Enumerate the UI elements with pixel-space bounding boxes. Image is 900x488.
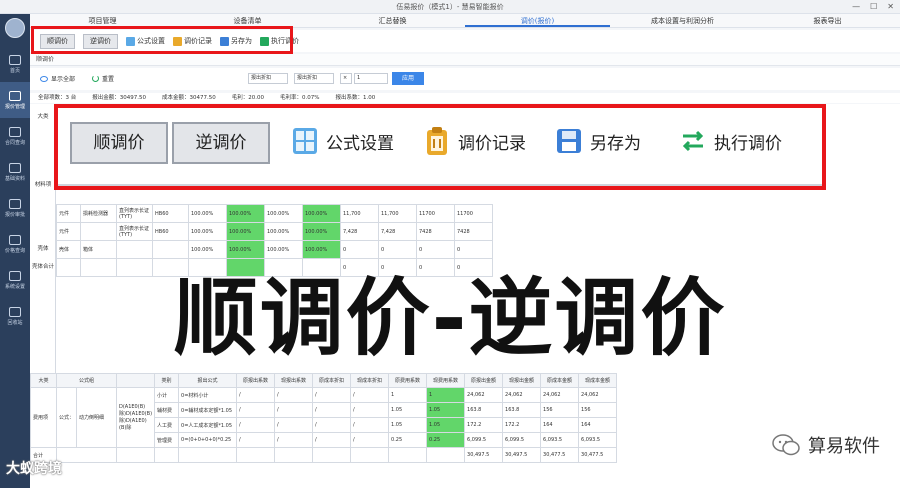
sidebar: 首页 报价管理 合同查询 基础资料 报价审批 价格查询 系统设置 回收站 (0, 14, 30, 488)
app-window: 伍易报价（模式1）- 慧易智能报价 — ☐ ✕ 首页 报价管理 合同查询 基础资… (0, 0, 900, 488)
eye-icon (40, 75, 48, 82)
section-label: 顺调价 (30, 54, 900, 66)
summary-item: 报出金额：30497.50 (92, 95, 146, 101)
price-icon (9, 234, 21, 245)
summary-item: 报出系数：1.00 (335, 95, 376, 101)
highlight-frame-small (31, 26, 293, 54)
watermark-left: 大蚁跨境 (6, 461, 62, 477)
summary-item: 全部项数：3 台 (38, 95, 77, 101)
summary-bar: 全部项数：3 台 报出金额：30497.50 成本金额：30477.50 毛利：… (30, 93, 900, 103)
category-label: 材料项 (34, 182, 52, 188)
window-controls: — ☐ ✕ (852, 2, 894, 12)
table-row[interactable]: 元件 损耗检测器 直列表示长证(TYT) HB60 100.00% 100.00… (56, 204, 493, 223)
search-icon (9, 126, 21, 137)
watermark-right: 算易软件 (772, 432, 880, 458)
highlight-frame-large (54, 104, 826, 190)
sidebar-item-approval[interactable]: 报价审批 (0, 190, 30, 226)
table-row[interactable]: 费用项 公式： 动力倒明细 D(A1E0(B)除)D(A1E0(B)除)D(A1… (30, 387, 618, 448)
tab-summary-replace[interactable]: 汇总替换 (320, 14, 465, 27)
category-label: 壳体 (37, 246, 49, 252)
sidebar-item-price-query[interactable]: 价格查询 (0, 226, 30, 262)
category-label: 大类 (37, 114, 49, 120)
value-input[interactable]: 1 (354, 73, 388, 84)
show-all-button[interactable]: 显示全部 (40, 74, 75, 83)
overlay-title: 顺调价-逆调价 (173, 269, 727, 367)
summary-item: 毛利：20.00 (231, 95, 264, 101)
reset-button[interactable]: 重置 (92, 74, 114, 83)
home-icon (9, 54, 21, 65)
upper-data-table: 元件 损耗检测器 直列表示长证(TYT) HB60 100.00% 100.00… (56, 204, 493, 277)
table-row[interactable]: 壳体 箱体 100.00% 100.00% 100.00% 100.00% 0 … (56, 240, 493, 259)
tab-cost-profit[interactable]: 成本设置与利润分析 (610, 14, 755, 27)
table-total-row: 合计 30,497.5 30,497.5 30,477.5 30,477.5 (30, 447, 618, 463)
document-icon (9, 90, 21, 101)
category-label: 壳体合计 (31, 264, 54, 270)
tab-report-export[interactable]: 报表导出 (755, 14, 900, 27)
avatar[interactable] (5, 18, 25, 38)
summary-item: 毛利率：0.07% (280, 95, 320, 101)
close-icon[interactable]: ✕ (887, 2, 894, 12)
approval-icon (9, 198, 21, 209)
refresh-icon (92, 75, 99, 82)
lower-data-table: 大类 公式组 类别 报出公式 原报出系数 现报出系数 原成本折扣 现成本折扣 原… (30, 373, 618, 463)
field-select-1[interactable]: 报出折扣 (248, 73, 288, 84)
maximize-icon[interactable]: ☐ (870, 2, 877, 12)
sidebar-item-home[interactable]: 首页 (0, 46, 30, 82)
window-title: 伍易报价（模式1）- 慧易智能报价 (396, 3, 504, 11)
summary-item: 成本金额：30477.50 (162, 95, 216, 101)
sidebar-item-quote-management[interactable]: 报价管理 (0, 82, 30, 118)
title-bar: 伍易报价（模式1）- 慧易智能报价 — ☐ ✕ (0, 0, 900, 14)
table-row[interactable]: 元件 直列表示长证(TYT) HB60 100.00% 100.00% 100.… (56, 222, 493, 241)
tab-price-adjust[interactable]: 调价(报价) (465, 14, 610, 27)
wechat-logo-icon (772, 434, 800, 456)
minimize-icon[interactable]: — (852, 2, 860, 12)
sidebar-item-base-data[interactable]: 基础资料 (0, 154, 30, 190)
sidebar-item-contract-search[interactable]: 合同查询 (0, 118, 30, 154)
apply-button[interactable]: 应用 (392, 72, 424, 85)
table-header-row: 大类 公式组 类别 报出公式 原报出系数 现报出系数 原成本折扣 现成本折扣 原… (30, 373, 618, 388)
database-icon (9, 162, 21, 173)
field-select-2[interactable]: 报出折扣 (294, 73, 334, 84)
filter-row: 显示全部 重置 报出折扣 报出折扣 × 1 应用 (30, 68, 900, 90)
operator-select[interactable]: × (340, 73, 352, 84)
